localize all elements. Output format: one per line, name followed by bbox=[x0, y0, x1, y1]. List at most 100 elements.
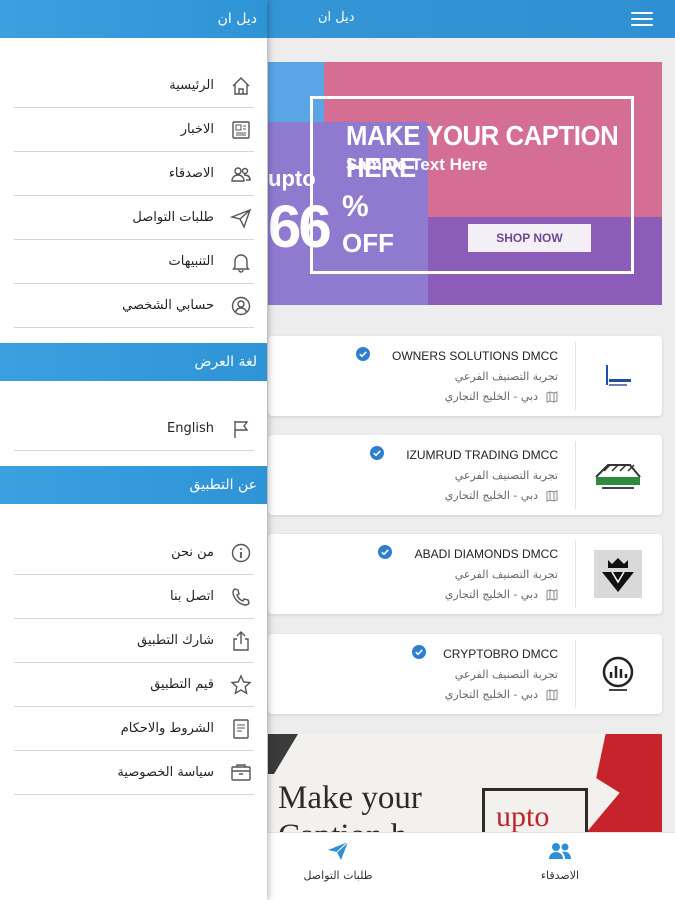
drawer-item-news[interactable]: الاخبار bbox=[14, 108, 254, 152]
izumrud-logo bbox=[595, 464, 641, 489]
flag-icon bbox=[234, 421, 249, 438]
abadi-logo bbox=[594, 550, 642, 598]
map-icon bbox=[546, 689, 558, 701]
company-logo bbox=[586, 348, 650, 404]
card-divider bbox=[575, 342, 576, 410]
company-category: تجربة التصنيف الفرعي bbox=[454, 568, 558, 581]
card-divider bbox=[575, 640, 576, 708]
company-name: CRYPTOBRO DMCC bbox=[443, 647, 558, 661]
company-location: دبي - الخليج التجاري bbox=[445, 688, 558, 701]
card-divider bbox=[575, 441, 576, 509]
drawer-item-label: الاخبار bbox=[180, 122, 214, 137]
drawer-item-requests[interactable]: طلبات التواصل bbox=[14, 196, 254, 240]
bell-icon bbox=[232, 254, 250, 273]
verified-icon bbox=[378, 545, 392, 559]
app-title: ديل ان bbox=[318, 10, 355, 25]
profile-icon bbox=[231, 296, 251, 316]
card-divider bbox=[575, 540, 576, 608]
navigation-drawer: ديل ان الرئيسية الاخبار الاصدقاء طلبات ا… bbox=[0, 0, 267, 900]
drawer-item-privacy[interactable]: سياسة الخصوصية bbox=[14, 751, 254, 795]
promo-banner[interactable]: MAKE YOUR CAPTION HERE Sample Text Here … bbox=[268, 62, 662, 305]
drawer-item-label: حسابي الشخصي bbox=[122, 298, 214, 313]
bottom-nav-requests[interactable]: طلبات التواصل bbox=[278, 841, 398, 882]
drawer-item-contact[interactable]: اتصل بنا bbox=[14, 575, 254, 619]
banner-upto: upto bbox=[268, 166, 316, 191]
company-location: دبي - الخليج التجاري bbox=[445, 489, 558, 502]
send-icon bbox=[230, 208, 252, 229]
privacy-icon bbox=[231, 764, 251, 781]
verified-icon bbox=[370, 446, 384, 460]
company-logo bbox=[586, 447, 650, 503]
bottom-nav-label: طلبات التواصل bbox=[303, 869, 373, 882]
verified-icon bbox=[412, 645, 426, 659]
share-icon bbox=[233, 631, 249, 651]
drawer-item-home[interactable]: الرئيسية bbox=[14, 64, 254, 108]
banner-subheadline: Sample Text Here bbox=[346, 155, 488, 174]
drawer-item-label: قيم التطبيق bbox=[150, 677, 214, 692]
drawer-item-label: شارك التطبيق bbox=[137, 633, 214, 648]
company-card[interactable]: ABADI DIAMONDS DMCC تجربة التصنيف الفرعي… bbox=[268, 534, 662, 614]
company-card[interactable]: OWNERS SOLUTIONS DMCC تجربة التصنيف الفر… bbox=[268, 336, 662, 416]
company-name: OWNERS SOLUTIONS DMCC bbox=[391, 349, 558, 363]
owners-solutions-logo bbox=[606, 365, 631, 386]
banner2-line1: Make your bbox=[278, 780, 422, 816]
document-icon bbox=[233, 719, 249, 739]
company-logo bbox=[586, 646, 650, 702]
news-icon bbox=[232, 121, 250, 139]
info-icon bbox=[231, 543, 251, 563]
banner2-line2: Caption h bbox=[278, 818, 407, 832]
company-category: تجربة التصنيف الفرعي bbox=[454, 668, 558, 681]
drawer-item-language[interactable]: English bbox=[14, 407, 254, 451]
verified-icon bbox=[356, 347, 370, 361]
friends-icon bbox=[231, 167, 251, 182]
language-section-header: لغة العرض bbox=[0, 343, 267, 381]
menu-icon[interactable] bbox=[631, 12, 653, 26]
drawer-item-label: طلبات التواصل bbox=[132, 210, 214, 225]
drawer-item-about[interactable]: من نحن bbox=[14, 531, 254, 575]
banner-off: OFF bbox=[342, 228, 394, 258]
bottom-nav-label: الاصدقاء bbox=[540, 869, 580, 882]
send-icon bbox=[328, 841, 349, 860]
company-location-text: دبي - الخليج التجاري bbox=[444, 489, 538, 502]
drawer-item-label: سياسة الخصوصية bbox=[117, 765, 214, 780]
about-section-header: عن التطبيق bbox=[0, 466, 267, 504]
drawer-header: ديل ان bbox=[0, 0, 267, 38]
company-category: تجربة التصنيف الفرعي bbox=[454, 370, 558, 383]
company-category: تجربة التصنيف الفرعي bbox=[454, 469, 558, 482]
company-logo bbox=[586, 546, 650, 602]
promo-banner-secondary[interactable]: Make your Caption h upto bbox=[268, 734, 662, 832]
drawer-item-rate[interactable]: قيم التطبيق bbox=[14, 663, 254, 707]
bottom-nav-friends[interactable]: الاصدقاء bbox=[500, 841, 620, 882]
map-icon bbox=[546, 391, 558, 403]
company-card[interactable]: IZUMRUD TRADING DMCC تجربة التصنيف الفرع… bbox=[268, 435, 662, 515]
company-name: IZUMRUD TRADING DMCC bbox=[406, 448, 558, 462]
cryptobro-logo bbox=[602, 656, 634, 691]
drawer-item-terms[interactable]: الشروط والاحكام bbox=[14, 707, 254, 751]
company-location-text: دبي - الخليج التجاري bbox=[444, 688, 538, 701]
drawer-item-label: English bbox=[167, 421, 214, 436]
banner-percent: 66 bbox=[268, 193, 332, 260]
map-icon bbox=[546, 490, 558, 502]
company-name: ABADI DIAMONDS DMCC bbox=[414, 547, 558, 561]
company-location-text: دبي - الخليج التجاري bbox=[444, 588, 538, 601]
company-location: دبي - الخليج التجاري bbox=[445, 390, 558, 403]
drawer-item-label: من نحن bbox=[171, 545, 214, 560]
drawer-item-notifications[interactable]: التنبيهات bbox=[14, 240, 254, 284]
drawer-item-label: التنبيهات bbox=[168, 254, 214, 269]
drawer-item-label: الرئيسية bbox=[169, 78, 214, 93]
banner2-upto: upto bbox=[496, 800, 550, 832]
phone-icon bbox=[232, 588, 250, 606]
drawer-item-label: اتصل بنا bbox=[170, 589, 214, 604]
map-icon bbox=[546, 589, 558, 601]
banner-shape bbox=[268, 734, 298, 774]
company-card[interactable]: CRYPTOBRO DMCC تجربة التصنيف الفرعي دبي … bbox=[268, 634, 662, 714]
drawer-item-share[interactable]: شارك التطبيق bbox=[14, 619, 254, 663]
drawer-item-label: الاصدقاء bbox=[168, 166, 214, 181]
star-icon bbox=[230, 674, 252, 695]
drawer-item-friends[interactable]: الاصدقاء bbox=[14, 152, 254, 196]
banner-percent-sign: % bbox=[342, 190, 369, 223]
company-location-text: دبي - الخليج التجاري bbox=[444, 390, 538, 403]
shop-now-button[interactable]: SHOP NOW bbox=[468, 224, 591, 252]
home-icon bbox=[232, 77, 250, 95]
drawer-item-profile[interactable]: حسابي الشخصي bbox=[14, 284, 254, 328]
